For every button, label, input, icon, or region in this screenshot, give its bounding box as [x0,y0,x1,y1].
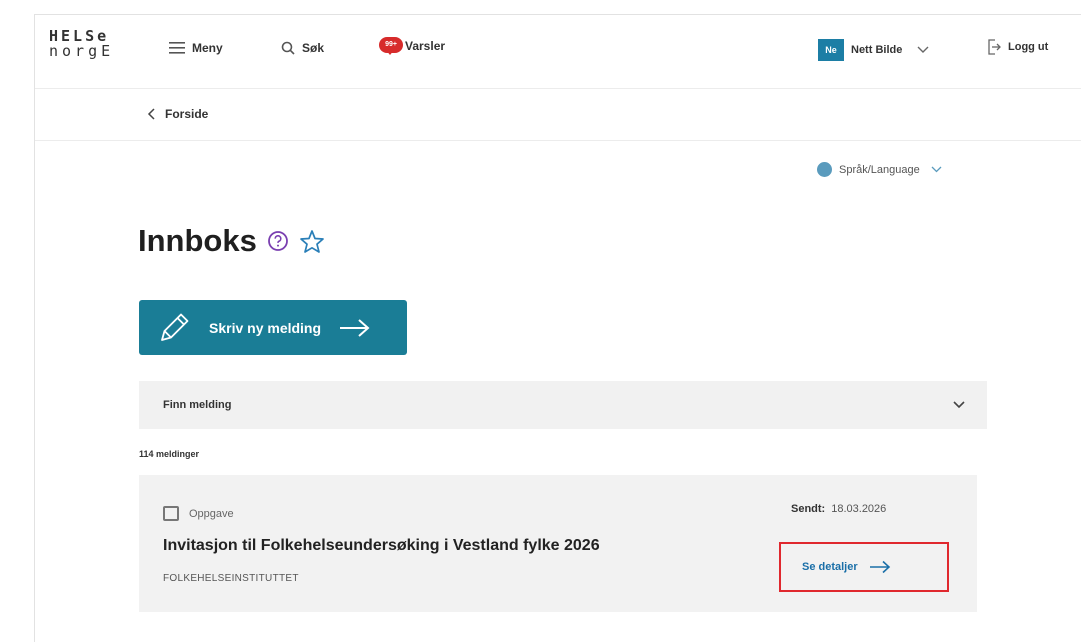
chevron-down-icon [917,46,929,53]
page-frame: HELSe norgE Meny Søk 99+ Varsler Ne Nett… [34,14,1081,642]
breadcrumb-bar: Forside [35,89,1081,141]
title-row: Innboks [138,223,325,259]
search-label: Søk [302,41,325,55]
notifications-button[interactable]: 99+ Varsler [379,37,445,55]
language-label: Språk/Language [839,163,920,176]
see-details-link[interactable]: Se detaljer [779,542,949,592]
new-message-button[interactable]: Skriv ny melding [139,300,407,355]
page-title: Innboks [138,223,257,258]
chevron-down-icon [931,166,942,173]
task-icon [163,506,179,521]
logo-line-2: norgE [49,42,115,60]
message-sent: Sendt: 18.03.2026 [791,503,886,515]
top-navigation: HELSe norgE Meny Søk 99+ Varsler Ne Nett… [35,15,1081,89]
hamburger-icon [169,42,185,54]
chevron-left-icon [147,108,155,120]
logout-label: Logg ut [1008,41,1049,53]
user-name: Nett Bilde [851,44,903,56]
globe-icon [817,162,832,177]
search-icon [281,41,295,55]
menu-button[interactable]: Meny [169,41,223,55]
help-icon[interactable] [267,230,289,252]
find-message-label: Finn melding [163,399,232,411]
sent-label: Sendt: [791,503,826,515]
menu-label: Meny [192,41,223,55]
language-selector[interactable]: Språk/Language [817,162,942,177]
message-type: Oppgave [163,506,234,521]
arrow-right-icon [340,318,370,337]
find-message-expander[interactable]: Finn melding [139,381,987,429]
notifications-badge: 99+ [379,37,403,55]
helsenorge-logo[interactable]: HELSe norgE [49,29,114,59]
breadcrumb-link[interactable]: Forside [147,107,208,121]
notifications-label: Varsler [405,39,446,53]
message-title[interactable]: Invitasjon til Folkehelseundersøking i V… [163,537,600,555]
pencil-icon [161,313,189,341]
message-type-label: Oppgave [189,507,234,520]
logout-icon [988,39,1001,55]
breadcrumb-label: Forside [165,107,209,121]
see-details-label: Se detaljer [802,561,858,573]
search-button[interactable]: Søk [281,41,324,55]
message-count: 114 meldinger [139,449,200,459]
chevron-down-icon [953,401,965,409]
message-card[interactable]: Oppgave Invitasjon til Folkehelseundersø… [139,475,977,612]
avatar: Ne [818,39,844,61]
star-icon[interactable] [299,229,325,254]
message-sender: FOLKEHELSEINSTITUTTET [163,573,299,584]
logout-button[interactable]: Logg ut [987,39,1048,55]
user-menu[interactable]: Ne Nett Bilde [818,39,929,61]
sent-date: 18.03.2026 [831,503,887,515]
arrow-right-icon [869,560,890,574]
new-message-label: Skriv ny melding [209,319,322,336]
